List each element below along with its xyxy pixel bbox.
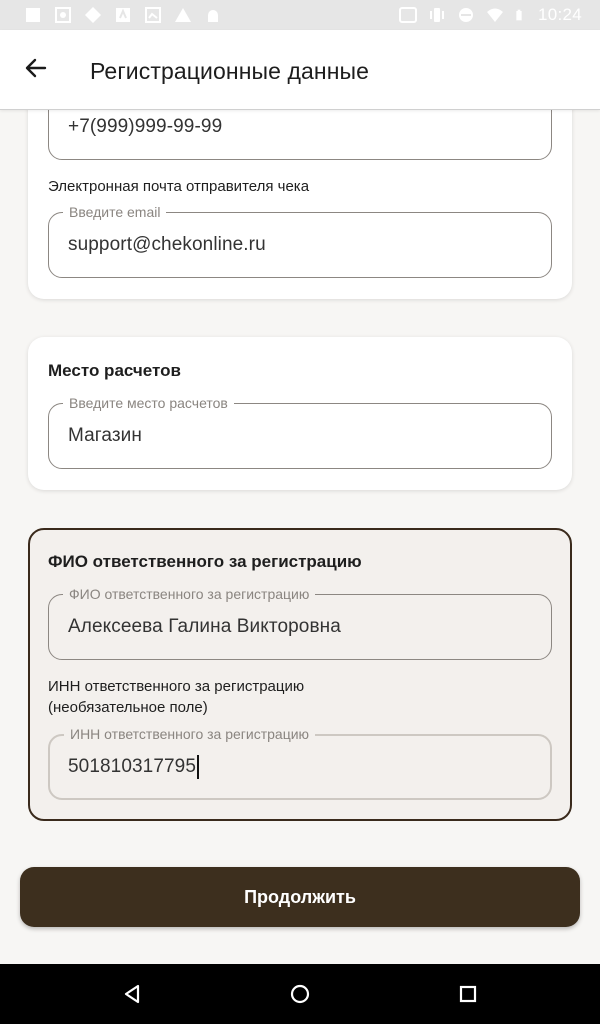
inn-section-label-line2: (необязательное поле) [48, 699, 208, 716]
nav-back-button[interactable] [118, 980, 146, 1008]
email-field[interactable]: Введите email support@chekonline.ru [48, 203, 552, 278]
inn-value: 501810317795 [68, 756, 197, 777]
do-not-disturb-icon [458, 8, 473, 22]
text-cursor [197, 755, 200, 779]
system-nav-bar [0, 964, 600, 1024]
inn-section-label: ИНН ответственного за регистрацию (необя… [48, 676, 304, 718]
cast-icon [398, 7, 417, 23]
nav-back-icon [124, 984, 140, 1004]
notification-square-icon [26, 8, 40, 22]
warning-icon [175, 8, 191, 22]
inn-value-wrap: 501810317795 [68, 755, 200, 779]
phone-value: +7(999)999-99-99 [68, 116, 223, 137]
nav-home-button[interactable] [286, 980, 314, 1008]
inn-section-label-line1: ИНН ответственного за регистрацию [48, 678, 305, 695]
battery-icon [516, 9, 522, 21]
responsible-name-value: Алексеева Галина Викторовна [68, 616, 341, 637]
status-bar: 10:24 [0, 0, 600, 30]
phone-field[interactable]: +7(999)999-99-99 [48, 110, 552, 160]
status-right-icons: 10:24 [398, 5, 582, 25]
sender-card: +7(999)999-99-99 Электронная почта отпра… [28, 110, 572, 299]
responsible-section-title: ФИО ответственного за регистрацию [48, 552, 362, 571]
scroll-content[interactable]: +7(999)999-99-99 Электронная почта отпра… [0, 110, 600, 964]
android-icon [208, 10, 218, 22]
place-field-label: Введите место расчетов [63, 394, 234, 412]
place-field[interactable]: Введите место расчетов Магазин [48, 394, 552, 469]
place-value: Магазин [68, 425, 142, 446]
location-diamond-icon [85, 7, 101, 23]
inn-field[interactable]: ИНН ответственного за регистрацию 501810… [48, 725, 552, 800]
responsible-name-field[interactable]: ФИО ответственного за регистрацию Алексе… [48, 585, 552, 660]
email-value: support@chekonline.ru [68, 234, 266, 255]
app-bar: Регистрационные данные [0, 30, 600, 110]
image-icon [145, 7, 161, 23]
place-card: Место расчетов Введите место расчетов Ма… [28, 337, 572, 490]
back-button[interactable] [18, 50, 54, 86]
responsible-card: ФИО ответственного за регистрацию ФИО от… [28, 528, 572, 821]
status-time: 10:24 [537, 5, 582, 24]
responsible-name-field-label: ФИО ответственного за регистрацию [63, 585, 316, 603]
nav-recents-icon [459, 985, 477, 1003]
page-title: Регистрационные данные [90, 58, 370, 84]
email-section-label: Электронная почта отправителя чека [48, 178, 310, 195]
wifi-icon [486, 8, 503, 22]
nav-recents-button[interactable] [454, 980, 482, 1008]
nav-home-icon [290, 984, 310, 1004]
inn-field-label: ИНН ответственного за регистрацию [64, 725, 316, 743]
arrow-left-icon [25, 58, 47, 78]
continue-button[interactable]: Продолжить [20, 867, 580, 927]
vibrate-icon [429, 8, 444, 22]
email-field-label: Введите email [63, 203, 167, 221]
status-left-icons [24, 7, 222, 23]
gallery-icon [55, 7, 71, 23]
store-icon [116, 8, 130, 22]
place-section-title: Место расчетов [48, 361, 181, 380]
